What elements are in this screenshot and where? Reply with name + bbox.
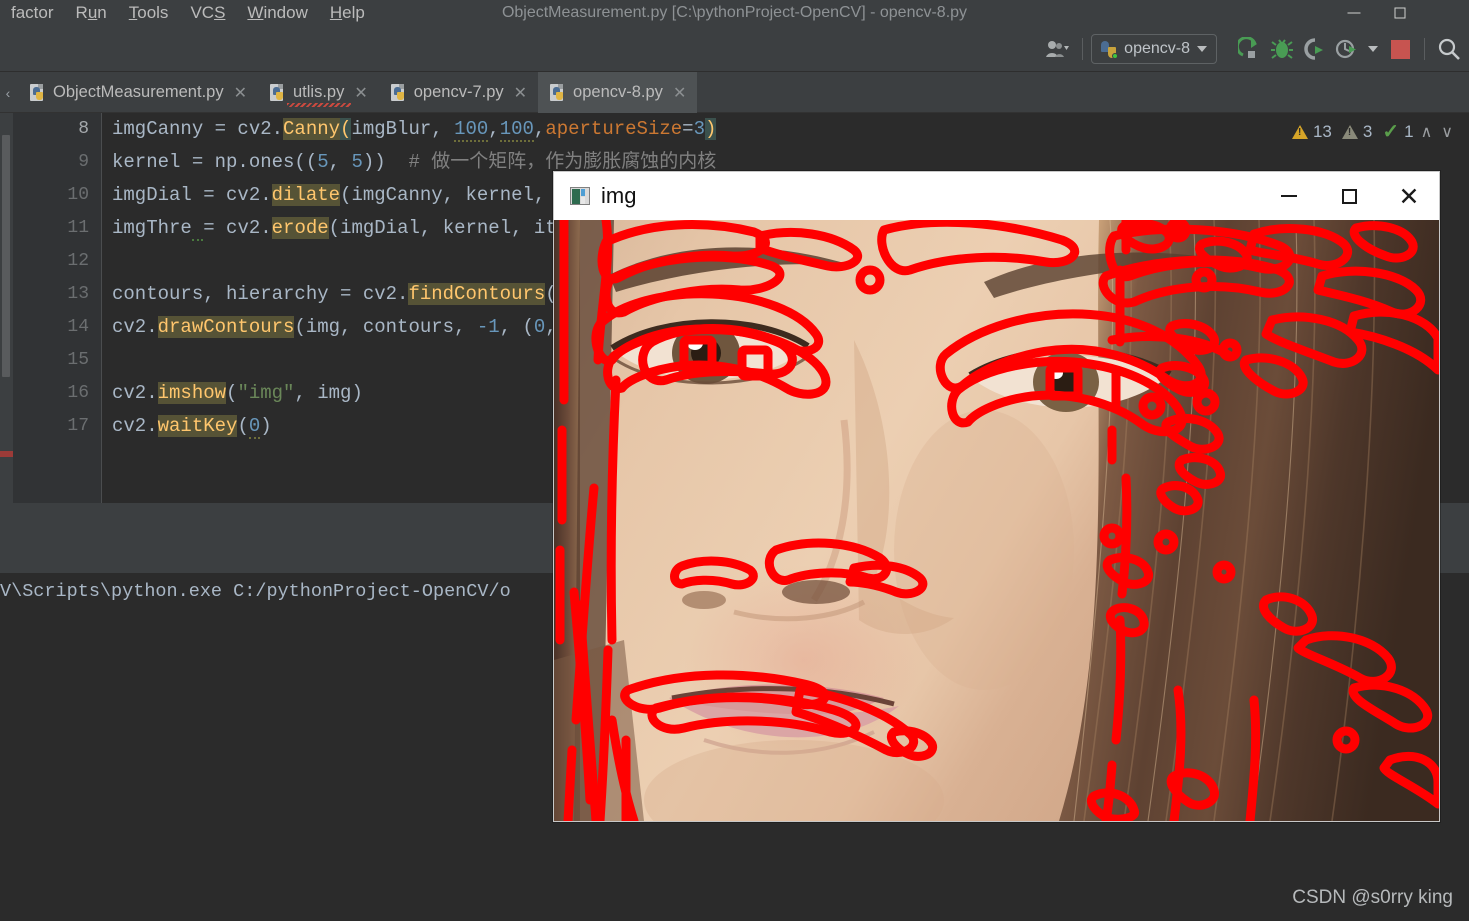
menu-item-help[interactable]: Help <box>319 0 376 26</box>
face-image-with-contours <box>554 220 1439 821</box>
line-number: 13 <box>67 284 89 304</box>
inspection-ok-count: 1 <box>1404 122 1414 141</box>
tab-close-icon[interactable]: ✕ <box>514 83 527 103</box>
tab-label: utlis.py <box>292 83 345 101</box>
close-icon: ✕ <box>1398 181 1420 211</box>
minimize-icon <box>1347 12 1361 14</box>
line-number: 16 <box>67 383 89 403</box>
python-file-icon <box>269 83 286 102</box>
python-file-icon <box>390 83 407 102</box>
tab-opencv-8[interactable]: opencv-8.py ✕ <box>538 72 698 113</box>
window-close-button[interactable] <box>1423 0 1469 26</box>
opencv-image-canvas <box>554 220 1439 821</box>
opencv-image-window[interactable]: img ✕ <box>553 171 1440 822</box>
toolbar-separator-2 <box>1424 38 1425 60</box>
maximize-icon <box>1341 188 1357 204</box>
menu-item-window[interactable]: Window <box>236 0 318 26</box>
weak-warning-icon <box>1341 125 1358 139</box>
search-icon[interactable] <box>1433 31 1465 67</box>
line-number: 15 <box>67 350 89 370</box>
tab-error-underline <box>286 103 351 107</box>
profile-dropdown-icon[interactable] <box>1362 31 1384 67</box>
opencv-app-icon <box>570 187 590 205</box>
inspection-status-widget[interactable]: 13 3 ✓ 1 ∧ ∨ <box>1285 117 1461 147</box>
run-configuration-selector[interactable]: opencv-8 <box>1091 34 1217 64</box>
python-file-icon <box>30 83 46 102</box>
line-number: 17 <box>67 416 89 436</box>
inspection-ok-icon: ✓ <box>1382 121 1400 143</box>
chevron-down-icon <box>1197 46 1207 52</box>
error-stripe-mark[interactable] <box>0 451 13 457</box>
tab-close-icon[interactable]: ✕ <box>673 83 686 103</box>
line-number: 9 <box>78 152 89 172</box>
tab-utlis[interactable]: utlis.py ✕ <box>258 72 379 113</box>
menu-item-run[interactable]: Run <box>65 0 118 26</box>
menu-bar: factor Run Tools VCS Window Help <box>0 0 376 26</box>
watermark: CSDN @s0rry king <box>1292 887 1453 908</box>
warning-count: 13 <box>1312 122 1332 141</box>
user-icon[interactable] <box>1042 31 1074 67</box>
main-toolbar: opencv-8 <box>0 26 1469 72</box>
minimize-icon <box>1281 195 1297 197</box>
opencv-window-controls: ✕ <box>1259 172 1439 220</box>
tab-label: opencv-8.py <box>573 83 663 101</box>
next-problem-icon[interactable]: ∨ <box>1439 122 1455 142</box>
opencv-close-button[interactable]: ✕ <box>1379 172 1439 220</box>
stop-icon[interactable] <box>1384 31 1416 67</box>
menu-item-refactor[interactable]: factor <box>0 0 65 26</box>
opencv-window-title-bar: img ✕ <box>554 172 1439 220</box>
tab-scroll-left-icon[interactable]: ‹ <box>0 72 16 113</box>
tab-close-icon[interactable]: ✕ <box>234 83 247 103</box>
tab-label: opencv-7.py <box>413 83 504 101</box>
warning-icon <box>1291 125 1308 139</box>
coverage-icon[interactable] <box>1298 31 1330 67</box>
opencv-maximize-button[interactable] <box>1319 172 1379 220</box>
run-icon[interactable] <box>1234 31 1266 67</box>
pycharm-window: ObjectMeasurement.py [C:\pythonProject-O… <box>0 0 1469 921</box>
tab-close-icon[interactable]: ✕ <box>354 83 367 103</box>
window-minimize-button[interactable] <box>1331 0 1377 26</box>
line-number-gutter: 8 9 10 11 12 13 14 15 16 17 <box>13 113 102 503</box>
maximize-icon <box>1394 7 1406 19</box>
line-number: 8 <box>78 119 89 139</box>
menu-item-vcs[interactable]: VCS <box>179 0 236 26</box>
line-number: 10 <box>67 185 89 205</box>
menu-label-refactor: factor <box>11 3 54 22</box>
line-number: 12 <box>67 251 89 271</box>
opencv-window-title: img <box>601 183 637 208</box>
tab-objectmeasurement[interactable]: ObjectMeasurement.py ✕ <box>18 72 258 113</box>
toolbar-separator-1 <box>1082 38 1084 60</box>
title-bar: ObjectMeasurement.py [C:\pythonProject-O… <box>0 0 1469 26</box>
tab-opencv-7[interactable]: opencv-7.py ✕ <box>379 72 538 113</box>
vertical-scrollbar[interactable] <box>2 135 10 377</box>
profile-icon[interactable] <box>1330 31 1362 67</box>
previous-problem-icon[interactable]: ∧ <box>1419 122 1435 142</box>
line-number: 14 <box>67 317 89 337</box>
tab-label: ObjectMeasurement.py <box>53 83 224 101</box>
window-maximize-button[interactable] <box>1377 0 1423 26</box>
python-icon <box>1100 40 1119 59</box>
code-line-8: imgCanny = cv2.Canny(imgBlur, 100,100,ap… <box>112 118 717 142</box>
weak-warning-count: 3 <box>1362 122 1373 141</box>
menu-item-tools[interactable]: Tools <box>118 0 180 26</box>
window-controls <box>1331 0 1469 26</box>
opencv-minimize-button[interactable] <box>1259 172 1319 220</box>
editor-tab-bar: ‹ ObjectMeasurement.py ✕ utlis.py ✕ open… <box>0 72 1469 113</box>
line-number: 11 <box>67 218 89 238</box>
python-file-icon <box>550 83 566 102</box>
run-configuration-label: opencv-8 <box>1124 40 1190 57</box>
debug-icon[interactable] <box>1266 31 1298 67</box>
